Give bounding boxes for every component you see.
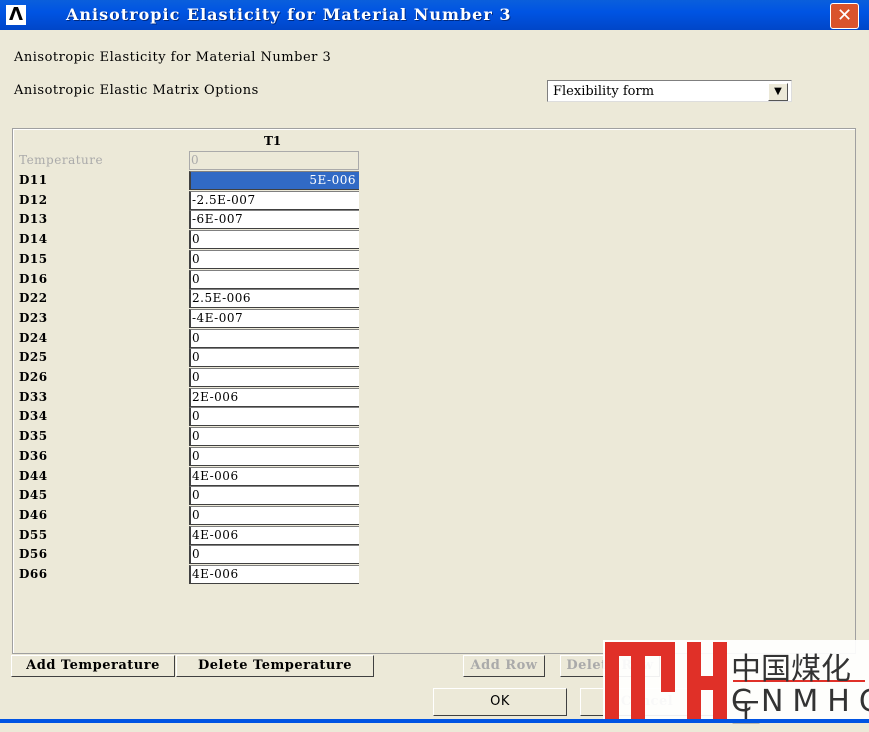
row-label-d34: D34	[19, 409, 48, 424]
row-label-d23: D23	[19, 310, 48, 325]
row-label-d33: D33	[19, 389, 48, 404]
value-field-d33[interactable]: 2E-006	[189, 387, 359, 407]
matrix-options-label: Anisotropic Elastic Matrix Options	[14, 83, 259, 98]
row-label-d55: D55	[19, 527, 48, 542]
row-label-d56: D56	[19, 547, 48, 562]
row-label-d22: D22	[19, 291, 48, 306]
ansys-logo-icon: Λ	[6, 5, 26, 25]
row-label-d12: D12	[19, 192, 48, 207]
row-label-d25: D25	[19, 350, 48, 365]
column-header-t1: T1	[264, 134, 282, 148]
row-label-d45: D45	[19, 488, 48, 503]
value-field-d15[interactable]: 0	[189, 249, 359, 269]
window-bottom-border	[0, 719, 869, 723]
row-label-d15: D15	[19, 251, 48, 266]
dialog-heading: Anisotropic Elasticity for Material Numb…	[14, 50, 332, 65]
add-temperature-button[interactable]: Add Temperature	[11, 655, 175, 677]
table-frame	[12, 128, 856, 654]
value-field-d44[interactable]: 4E-006	[189, 466, 359, 486]
value-field-d34[interactable]: 0	[189, 407, 359, 427]
add-row-button: Add Row	[463, 655, 545, 677]
value-field-d36[interactable]: 0	[189, 446, 359, 466]
window-title: Anisotropic Elasticity for Material Numb…	[66, 5, 512, 24]
value-field-d12[interactable]: -2.5E-007	[189, 190, 359, 210]
value-field-d26[interactable]: 0	[189, 368, 359, 387]
value-field-d14[interactable]: 0	[189, 230, 359, 250]
row-label-d16: D16	[19, 271, 48, 286]
temperature-label: Temperature	[19, 153, 104, 167]
temperature-field: 0	[189, 151, 359, 170]
row-label-d24: D24	[19, 330, 48, 345]
value-field-d22[interactable]: 2.5E-006	[189, 289, 359, 309]
row-label-d66: D66	[19, 567, 48, 581]
row-label-d14: D14	[19, 232, 48, 247]
row-label-d26: D26	[19, 370, 48, 384]
row-label-d35: D35	[19, 429, 48, 444]
value-field-d24[interactable]: 0	[189, 328, 359, 348]
value-field-d11[interactable]: 5E-006	[189, 171, 359, 190]
row-label-d46: D46	[19, 507, 48, 522]
row-label-d36: D36	[19, 448, 48, 463]
selected-option: Flexibility form	[553, 84, 655, 99]
value-field-d16[interactable]: 0	[189, 269, 359, 289]
value-field-d35[interactable]: 0	[189, 427, 359, 447]
value-field-d13[interactable]: -6E-007	[189, 210, 359, 230]
value-field-d25[interactable]: 0	[189, 348, 359, 368]
row-label-d44: D44	[19, 468, 48, 483]
value-field-d23[interactable]: -4E-007	[189, 308, 359, 328]
chevron-down-icon[interactable]: ▼	[768, 83, 788, 101]
value-field-d55[interactable]: 4E-006	[189, 525, 359, 545]
close-button[interactable]: ✕	[830, 3, 859, 29]
row-label-d11: D11	[19, 173, 48, 187]
watermark-logo: 中国煤化工 CNMHG	[603, 640, 869, 731]
delete-temperature-button[interactable]: Delete Temperature	[176, 655, 374, 677]
value-field-d46[interactable]: 0	[189, 505, 359, 525]
row-label-d13: D13	[19, 212, 48, 227]
value-field-d45[interactable]: 0	[189, 486, 359, 506]
title-bar: Λ Anisotropic Elasticity for Material Nu…	[0, 0, 869, 30]
ok-button[interactable]: OK	[433, 688, 567, 716]
value-field-d56[interactable]: 0	[189, 545, 359, 565]
watermark-en: CNMHG	[731, 684, 869, 719]
matrix-options-select[interactable]: Flexibility form ▼	[547, 80, 792, 102]
value-field-d66[interactable]: 4E-006	[189, 565, 359, 584]
